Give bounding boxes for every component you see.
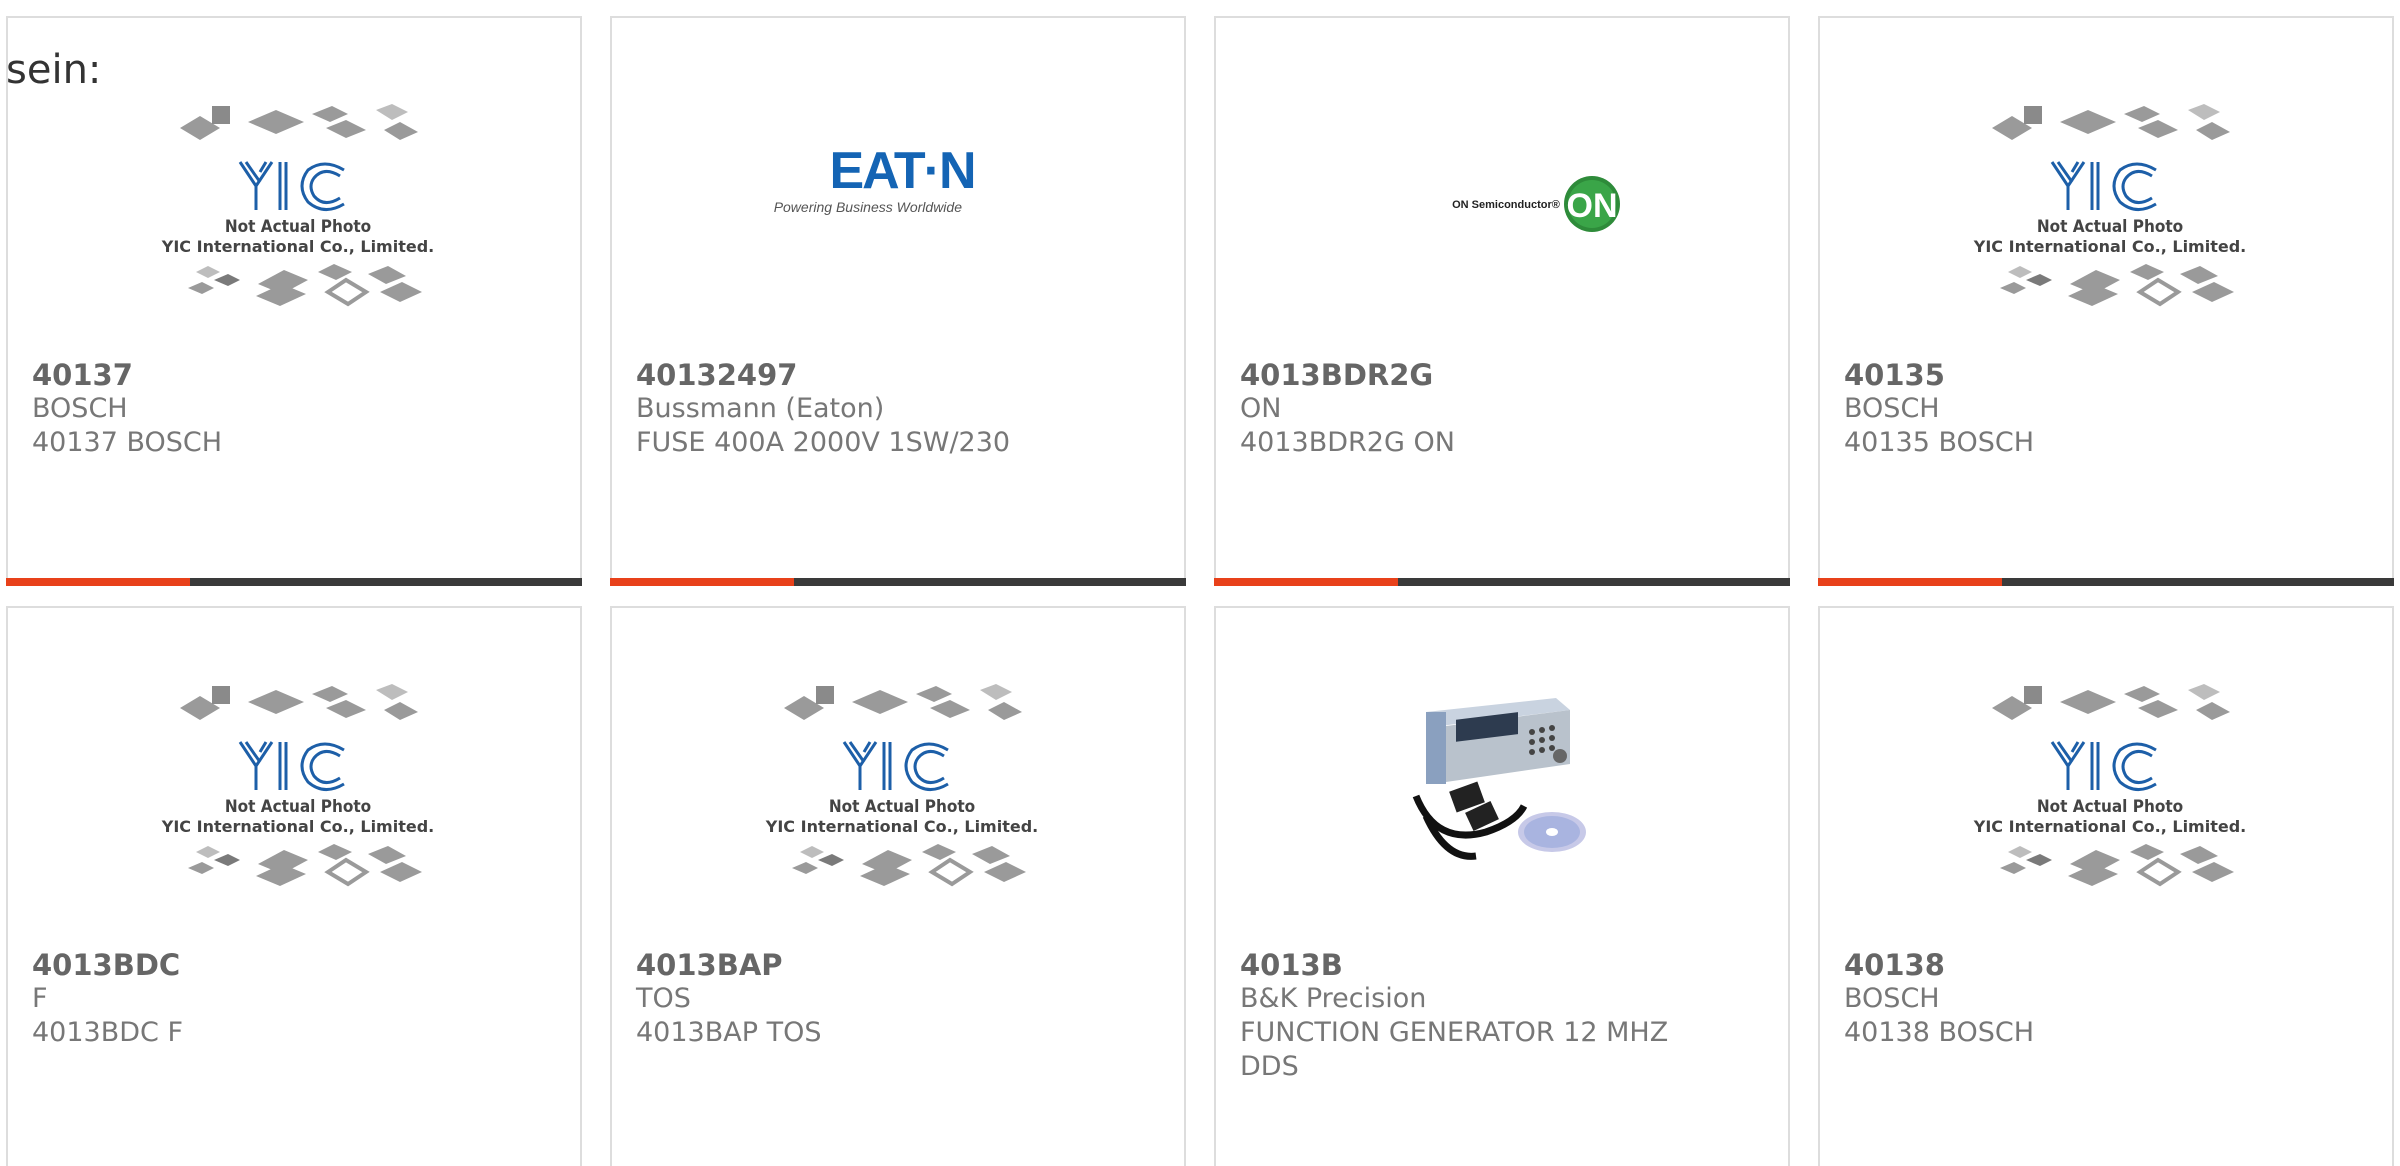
manufacturer: BOSCH [1844, 983, 1940, 1014]
eaton-logo-text: EAT·N [829, 142, 974, 200]
part-number[interactable]: 40135 [1844, 358, 2368, 392]
part-number[interactable]: 4013BDC [32, 948, 556, 982]
product-info: 40135 BOSCH 40135 BOSCH [1844, 358, 2368, 460]
product-description: 40137 BOSCH [32, 427, 223, 458]
product-description: 4013BDC F [32, 1017, 183, 1048]
card-progress-bar [610, 578, 1186, 586]
placeholder-line1: Not Actual Photo [225, 217, 371, 237]
eaton-logo-image[interactable]: EAT·N Powering Business Worldwide [752, 66, 1052, 326]
product-info: 40137 BOSCH 40137 BOSCH [32, 358, 556, 460]
product-card[interactable]: Not Actual Photo YIC International Co., … [6, 606, 582, 1166]
card-progress-bar [1214, 578, 1790, 586]
product-card[interactable]: Not Actual Photo YIC International Co., … [1818, 16, 2394, 586]
manufacturer: TOS [636, 983, 691, 1014]
card-progress-bar [1818, 578, 2394, 586]
yic-placeholder-image[interactable]: Not Actual Photo YIC International Co., … [1960, 646, 2260, 906]
product-info: 4013BDR2G ON 4013BDR2G ON [1240, 358, 1764, 460]
product-card[interactable]: Not Actual Photo YIC International Co., … [1818, 606, 2394, 1166]
product-card[interactable]: Not Actual Photo YIC International Co., … [6, 16, 582, 586]
part-number[interactable]: 40132497 [636, 358, 1160, 392]
product-description: 40138 BOSCH [1844, 1017, 2035, 1048]
onsemi-name: ON Semiconductor® [1452, 199, 1560, 211]
yic-placeholder-image[interactable]: Not Actual Photo YIC International Co., … [1960, 66, 2260, 326]
product-description: 4013BDR2G ON [1240, 427, 1455, 458]
yic-placeholder-image[interactable]: Not Actual Photo YIC International Co., … [752, 646, 1052, 906]
product-info: 4013BAP TOS 4013BAP TOS [636, 948, 1160, 1050]
placeholder-line1: Not Actual Photo [2037, 797, 2183, 817]
product-info: 4013BDC F 4013BDC F [32, 948, 556, 1050]
manufacturer: BOSCH [32, 393, 128, 424]
placeholder-line1: Not Actual Photo [2037, 217, 2183, 237]
manufacturer: ON [1240, 393, 1282, 424]
product-description: 4013BAP TOS [636, 1017, 822, 1048]
placeholder-line2: YIC International Co., Limited. [1973, 237, 2246, 256]
product-card[interactable]: EAT·N Powering Business Worldwide 401324… [610, 16, 1186, 586]
part-number[interactable]: 40138 [1844, 948, 2368, 982]
product-info: 4013B B&K Precision FUNCTION GENERATOR 1… [1240, 948, 1764, 1084]
part-number[interactable]: 4013B [1240, 948, 1764, 982]
placeholder-line2: YIC International Co., Limited. [1973, 817, 2246, 836]
placeholder-line2: YIC International Co., Limited. [161, 237, 434, 256]
part-number[interactable]: 4013BDR2G [1240, 358, 1764, 392]
placeholder-line1: Not Actual Photo [225, 797, 371, 817]
card-progress-accent [1818, 578, 2002, 586]
manufacturer: B&K Precision [1240, 983, 1427, 1014]
yic-placeholder-image[interactable]: Not Actual Photo YIC International Co., … [148, 66, 448, 326]
product-description-cont: DDS [1240, 1051, 1299, 1082]
yic-placeholder-image[interactable]: Not Actual Photo YIC International Co., … [148, 646, 448, 906]
onsemi-logo-image[interactable]: ON Semiconductor® ON [1356, 66, 1656, 326]
product-card[interactable]: Not Actual Photo YIC International Co., … [610, 606, 1186, 1166]
product-info: 40132497 Bussmann (Eaton) FUSE 400A 2000… [636, 358, 1160, 460]
part-number[interactable]: 40137 [32, 358, 556, 392]
placeholder-line1: Not Actual Photo [829, 797, 975, 817]
card-progress-accent [610, 578, 794, 586]
product-description: FUSE 400A 2000V 1SW/230 [636, 427, 1011, 458]
manufacturer: BOSCH [1844, 393, 1940, 424]
function-generator-image[interactable] [1356, 646, 1656, 906]
product-info: 40138 BOSCH 40138 BOSCH [1844, 948, 2368, 1050]
onsemi-badge: ON [1567, 187, 1618, 225]
intro-text: sein: [6, 47, 102, 93]
product-description: FUNCTION GENERATOR 12 MHZ [1240, 1017, 1669, 1048]
placeholder-line2: YIC International Co., Limited. [161, 817, 434, 836]
manufacturer: F [32, 983, 48, 1014]
card-progress-accent [6, 578, 190, 586]
product-description: 40135 BOSCH [1844, 427, 2035, 458]
eaton-tagline: Powering Business Worldwide [774, 199, 963, 215]
card-progress-accent [1214, 578, 1398, 586]
placeholder-line2: YIC International Co., Limited. [765, 817, 1038, 836]
part-number[interactable]: 4013BAP [636, 948, 1160, 982]
product-card[interactable]: ON Semiconductor® ON 4013BDR2G ON 4013BD… [1214, 16, 1790, 586]
product-card[interactable]: 4013B B&K Precision FUNCTION GENERATOR 1… [1214, 606, 1790, 1166]
manufacturer: Bussmann (Eaton) [636, 393, 885, 424]
card-progress-bar [6, 578, 582, 586]
